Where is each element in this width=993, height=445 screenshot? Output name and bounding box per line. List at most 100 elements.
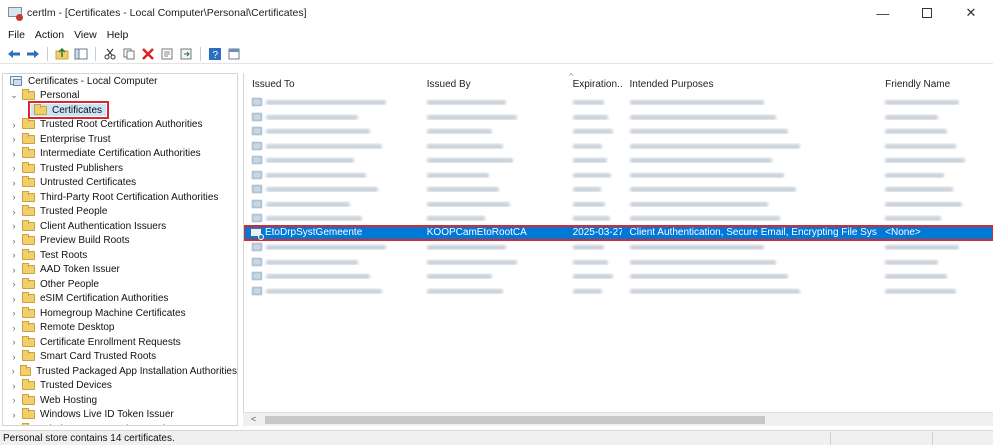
menu-file[interactable]: File <box>3 29 30 41</box>
expand-icon[interactable]: › <box>9 381 19 391</box>
close-button[interactable]: ✕ <box>949 0 993 26</box>
tree-root[interactable]: Certificates - Local Computer <box>3 74 237 89</box>
column-intended-purposes[interactable]: Intended Purposes <box>622 79 878 90</box>
sort-indicator-icon: ^ <box>569 73 574 81</box>
back-arrow-icon[interactable] <box>6 46 22 62</box>
tree-item[interactable]: › Trusted Devices <box>3 379 237 394</box>
minimize-button[interactable]: — <box>861 0 905 26</box>
column-friendly-name[interactable]: Friendly Name <box>877 79 993 90</box>
selected-node[interactable]: Certificates <box>27 101 110 120</box>
tree-item-label: Third-Party Root Certification Authoriti… <box>40 191 219 203</box>
tree-item[interactable]: › Remote Desktop <box>3 321 237 336</box>
tree-item-label: WindowsServerUpdateServices <box>40 424 181 425</box>
tree-item[interactable]: › Intermediate Certification Authorities <box>3 147 237 162</box>
redacted-certificate-row[interactable] <box>244 182 993 197</box>
tree-item[interactable]: › AAD Token Issuer <box>3 263 237 278</box>
tree-item[interactable]: › Trusted Publishers <box>3 161 237 176</box>
redacted-certificate-row[interactable] <box>244 240 993 255</box>
expand-icon[interactable]: › <box>9 279 19 289</box>
expand-icon[interactable]: › <box>9 120 19 130</box>
tree-item[interactable]: › eSIM Certification Authorities <box>3 292 237 307</box>
expand-icon[interactable]: › <box>9 294 19 304</box>
redacted-certificate-row[interactable] <box>244 110 993 125</box>
expand-icon[interactable]: › <box>9 424 19 425</box>
status-bar: Personal store contains 14 certificates. <box>0 430 993 445</box>
help-icon[interactable]: ? <box>207 46 223 62</box>
tree-item[interactable]: › Client Authentication Issuers <box>3 219 237 234</box>
forward-arrow-icon[interactable] <box>25 46 41 62</box>
tree-item[interactable]: › Web Hosting <box>3 393 237 408</box>
list-header: ^ Issued To Issued By Expiration... Inte… <box>244 73 993 95</box>
redacted-certificate-row[interactable] <box>244 153 993 168</box>
expand-icon[interactable]: › <box>9 236 19 246</box>
collapse-icon[interactable]: ⌄ <box>9 90 19 101</box>
redacted-certificate-row[interactable] <box>244 139 993 154</box>
tree-item[interactable]: › Trusted People <box>3 205 237 220</box>
redacted-certificate-row[interactable] <box>244 168 993 183</box>
tree-item[interactable]: › Smart Card Trusted Roots <box>3 350 237 365</box>
expand-icon[interactable]: › <box>9 308 19 318</box>
tree-item[interactable]: › Preview Build Roots <box>3 234 237 249</box>
menu-action[interactable]: Action <box>30 29 69 41</box>
expand-icon[interactable]: › <box>9 410 19 420</box>
tree-item[interactable]: › Trusted Root Certification Authorities <box>3 118 237 133</box>
redacted-certificate-row[interactable] <box>244 95 993 110</box>
column-issued-to[interactable]: Issued To <box>244 79 419 90</box>
certificate-icon <box>252 199 262 208</box>
tree-item[interactable]: › Other People <box>3 277 237 292</box>
expand-icon[interactable]: › <box>9 337 19 347</box>
cut-icon[interactable] <box>102 46 118 62</box>
tree-item[interactable]: › Enterprise Trust <box>3 132 237 147</box>
redacted-certificate-row[interactable] <box>244 211 993 226</box>
certificate-icon <box>252 170 262 179</box>
up-folder-icon[interactable] <box>54 46 70 62</box>
tree-item[interactable]: › Windows Live ID Token Issuer <box>3 408 237 423</box>
tree-item-label: Client Authentication Issuers <box>40 220 167 232</box>
redacted-certificate-row[interactable] <box>244 124 993 139</box>
redacted-certificate-row[interactable] <box>244 197 993 212</box>
show-hide-tree-icon[interactable] <box>73 46 89 62</box>
expand-icon[interactable]: › <box>9 134 19 144</box>
expand-icon[interactable]: › <box>9 192 19 202</box>
menu-view[interactable]: View <box>69 29 102 41</box>
tree-item[interactable]: › Homegroup Machine Certificates <box>3 306 237 321</box>
expand-icon[interactable]: › <box>9 250 19 260</box>
expand-icon[interactable]: › <box>9 149 19 159</box>
expand-icon[interactable]: › <box>9 265 19 275</box>
title-bar[interactable]: certlm - [Certificates - Local Computer\… <box>0 0 993 26</box>
console-icon[interactable] <box>226 46 242 62</box>
expand-icon[interactable]: › <box>9 178 19 188</box>
tree-item-certificates[interactable]: Certificates <box>3 101 237 120</box>
redacted-certificate-row[interactable] <box>244 255 993 270</box>
expand-icon[interactable]: › <box>9 221 19 231</box>
expand-icon[interactable]: › <box>9 207 19 217</box>
expand-icon[interactable]: › <box>9 366 17 376</box>
expand-icon[interactable]: › <box>9 323 19 333</box>
expand-icon[interactable]: › <box>9 163 19 173</box>
tree-item[interactable]: › Test Roots <box>3 248 237 263</box>
maximize-button[interactable] <box>905 0 949 26</box>
redacted-cell <box>419 143 565 149</box>
redacted-cell <box>877 201 993 207</box>
tree-item[interactable]: › Trusted Packaged App Installation Autho… <box>3 364 237 379</box>
export-icon[interactable] <box>178 46 194 62</box>
tree-item[interactable]: › Certificate Enrollment Requests <box>3 335 237 350</box>
tree-item-personal[interactable]: ⌄ Personal <box>3 89 237 104</box>
tree-item[interactable]: › WindowsServerUpdateServices <box>3 422 237 425</box>
scrollbar-thumb[interactable] <box>265 416 765 424</box>
cell-intended-purposes: Client Authentication, Secure Email, Enc… <box>629 227 878 239</box>
properties-icon[interactable] <box>159 46 175 62</box>
tree-item[interactable]: › Third-Party Root Certification Authorit… <box>3 190 237 205</box>
expand-icon[interactable]: › <box>9 352 19 362</box>
horizontal-scrollbar[interactable]: < <box>243 412 993 426</box>
scroll-left-icon[interactable]: < <box>251 414 256 424</box>
copy-icon[interactable] <box>121 46 137 62</box>
expand-icon[interactable]: › <box>9 395 19 405</box>
redacted-certificate-row[interactable] <box>244 284 993 299</box>
delete-icon[interactable] <box>140 46 156 62</box>
tree-item[interactable]: › Untrusted Certificates <box>3 176 237 191</box>
column-issued-by[interactable]: Issued By <box>419 79 565 90</box>
menu-help[interactable]: Help <box>102 29 134 41</box>
redacted-certificate-row[interactable] <box>244 269 993 284</box>
selected-certificate-row[interactable]: EtoDrpSystGemeente KOOPCamEtoRootCA 2025… <box>244 224 993 241</box>
